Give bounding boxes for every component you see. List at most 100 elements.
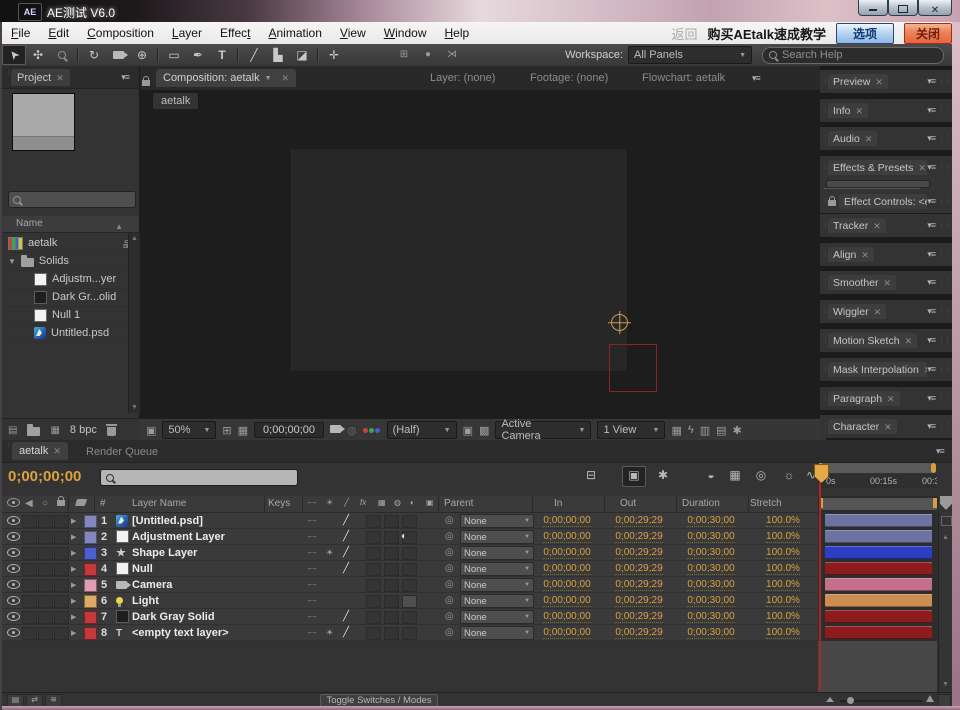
av-feature-cell[interactable] [22, 627, 37, 640]
layer-in-value[interactable]: 0;00;00;00 [534, 562, 600, 575]
layer-row-4[interactable]: ▶4Null-·-╱◎None▼0;00;00;000;00;29;290;00… [2, 561, 818, 577]
panel-gripper[interactable]: ⋮⋮ [822, 80, 826, 84]
tab-motion-sketch[interactable]: Motion Sketch✕ [828, 333, 917, 348]
layer-row-7[interactable]: ▶7Dark Gray Solid-·-╱◎None▼0;00;00;000;0… [2, 609, 818, 625]
hand-tool[interactable]: ✣ [26, 46, 50, 64]
av-feature-cell[interactable] [22, 515, 37, 528]
viewer-timecode[interactable]: 0;00;00;00 [254, 422, 324, 438]
eye-icon[interactable] [7, 498, 20, 510]
scroll-down-icon[interactable]: ▼ [131, 404, 138, 411]
trash-icon[interactable] [107, 427, 116, 436]
pickwhip-icon[interactable]: ◎ [445, 610, 454, 623]
keys-column-label[interactable]: Keys [268, 498, 290, 509]
type-tool[interactable]: T [210, 46, 234, 64]
panel-gripper[interactable]: ⋮⋮ [938, 368, 950, 372]
switch-cell[interactable] [366, 547, 381, 560]
clone-stamp-tool[interactable]: ▙ [266, 46, 290, 64]
pixel-aspect-icon[interactable]: ▦ [671, 424, 681, 437]
composition-canvas[interactable] [291, 149, 627, 371]
current-time-display[interactable]: 0;00;00;00 [8, 468, 81, 485]
switch-cell[interactable] [384, 547, 399, 560]
layer-duration-value[interactable]: 0;00;30;00 [678, 626, 744, 639]
eraser-tool[interactable]: ◪ [290, 46, 314, 64]
parent-dropdown[interactable]: None▼ [460, 578, 534, 592]
draft-3d-icon[interactable]: ▣ [622, 466, 646, 487]
switch-cell[interactable] [384, 595, 399, 608]
panel-lock-icon[interactable] [828, 193, 836, 211]
panel-gripper[interactable]: ⋮⋮ [822, 253, 826, 257]
switch-cell[interactable] [402, 611, 417, 624]
eye-icon[interactable] [7, 610, 20, 623]
panel-gripper[interactable]: ⋮⋮ [822, 224, 826, 228]
panel-menu-icon[interactable]: ▾≡ [121, 72, 129, 83]
motion-blur-icon[interactable]: ◎ [750, 466, 772, 485]
collapse-switch[interactable]: -·- [308, 562, 316, 575]
work-area-end-handle[interactable] [933, 498, 937, 508]
switch-cell[interactable] [366, 579, 381, 592]
panel-menu-icon[interactable]: ▾≡ [927, 421, 935, 432]
layer-name[interactable]: Camera [132, 578, 172, 591]
tab-preview[interactable]: Preview✕ [828, 74, 888, 89]
viewer-subtab-aetalk[interactable]: aetalk [152, 92, 199, 109]
av-feature-cell[interactable] [22, 595, 37, 608]
layer-duration-bar[interactable] [825, 514, 932, 527]
layer-duration-value[interactable]: 0;00;30;00 [678, 546, 744, 559]
layer-out-value[interactable]: 0;00;29;29 [606, 546, 672, 559]
channel-icon[interactable] [363, 425, 381, 436]
scroll-up-icon[interactable]: ▲ [131, 235, 138, 242]
eye-icon[interactable] [7, 578, 20, 591]
panel-gripper[interactable]: ⋮⋮ [938, 80, 950, 84]
layer-name[interactable]: Shape Layer [132, 546, 197, 559]
av-feature-cell[interactable] [38, 611, 53, 624]
av-feature-cell[interactable] [54, 595, 69, 608]
hide-shy-layers-icon[interactable]: ◒ [700, 466, 722, 485]
brainstorm-icon[interactable]: ✱ [652, 466, 674, 485]
panel-menu-icon[interactable]: ▾≡ [936, 446, 944, 457]
out-column-label[interactable]: Out [620, 498, 636, 509]
time-navigator[interactable] [818, 463, 936, 473]
mini-flowchart-icon[interactable]: ⊟ [580, 466, 602, 485]
menu-animation[interactable]: Animation [259, 26, 330, 40]
av-feature-cell[interactable] [54, 563, 69, 576]
tab-layer[interactable]: Layer: (none) [430, 72, 495, 84]
layer-bounding-box[interactable] [609, 344, 657, 392]
camera-view-dropdown[interactable]: Active Camera▼ [495, 421, 591, 439]
layer-in-value[interactable]: 0;00;00;00 [534, 514, 600, 527]
maximize-button[interactable] [888, 0, 918, 16]
pickwhip-icon[interactable]: ◎ [445, 530, 454, 543]
magnification-dropdown[interactable]: 50%▼ [162, 421, 216, 439]
switch-cell[interactable] [366, 531, 381, 544]
av-feature-cell[interactable] [22, 531, 37, 544]
pickwhip-icon[interactable]: ◎ [445, 594, 454, 607]
layer-out-value[interactable]: 0;00;29;29 [606, 578, 672, 591]
layer-out-value[interactable]: 0;00;29;29 [606, 562, 672, 575]
layer-label-chip[interactable] [84, 531, 97, 544]
safe-margins-icon[interactable]: ⊞ [222, 424, 231, 437]
av-feature-cell[interactable] [22, 547, 37, 560]
switch-cell[interactable] [366, 611, 381, 624]
av-feature-cell[interactable] [38, 531, 53, 544]
close-icon[interactable]: ✕ [865, 134, 873, 145]
layer-label-chip[interactable] [84, 611, 97, 624]
close-icon[interactable]: ✕ [282, 73, 290, 84]
close-icon[interactable]: ✕ [905, 336, 913, 347]
timeline-search-input[interactable] [100, 469, 298, 486]
grid-guides-icon[interactable]: ▦ [238, 424, 248, 437]
exposure-icon[interactable]: ✱ [733, 424, 742, 437]
close-icon[interactable]: ✕ [874, 307, 882, 318]
snapshot-icon[interactable] [330, 424, 341, 436]
menu-layer[interactable]: Layer [163, 26, 211, 40]
eye-icon[interactable] [7, 594, 20, 607]
layer-label-chip[interactable] [84, 627, 97, 640]
layer-stretch-value[interactable]: 100.0% [750, 594, 816, 607]
layer-row-2[interactable]: ▶2Adjustment Layer-·-╱◐◎None▼0;00;00;000… [2, 529, 818, 545]
layer-label-chip[interactable] [84, 547, 97, 560]
selection-tool[interactable]: ➤ [2, 45, 26, 65]
close-icon[interactable]: ✕ [56, 73, 64, 84]
eye-icon[interactable] [7, 562, 20, 575]
panel-gripper[interactable]: ⋮⋮ [822, 281, 826, 285]
av-feature-cell[interactable] [22, 563, 37, 576]
layer-duration-value[interactable]: 0;00;30;00 [678, 610, 744, 623]
comp-marker-bin-icon[interactable] [940, 496, 952, 510]
quality-switch[interactable]: ╱ [343, 562, 349, 575]
